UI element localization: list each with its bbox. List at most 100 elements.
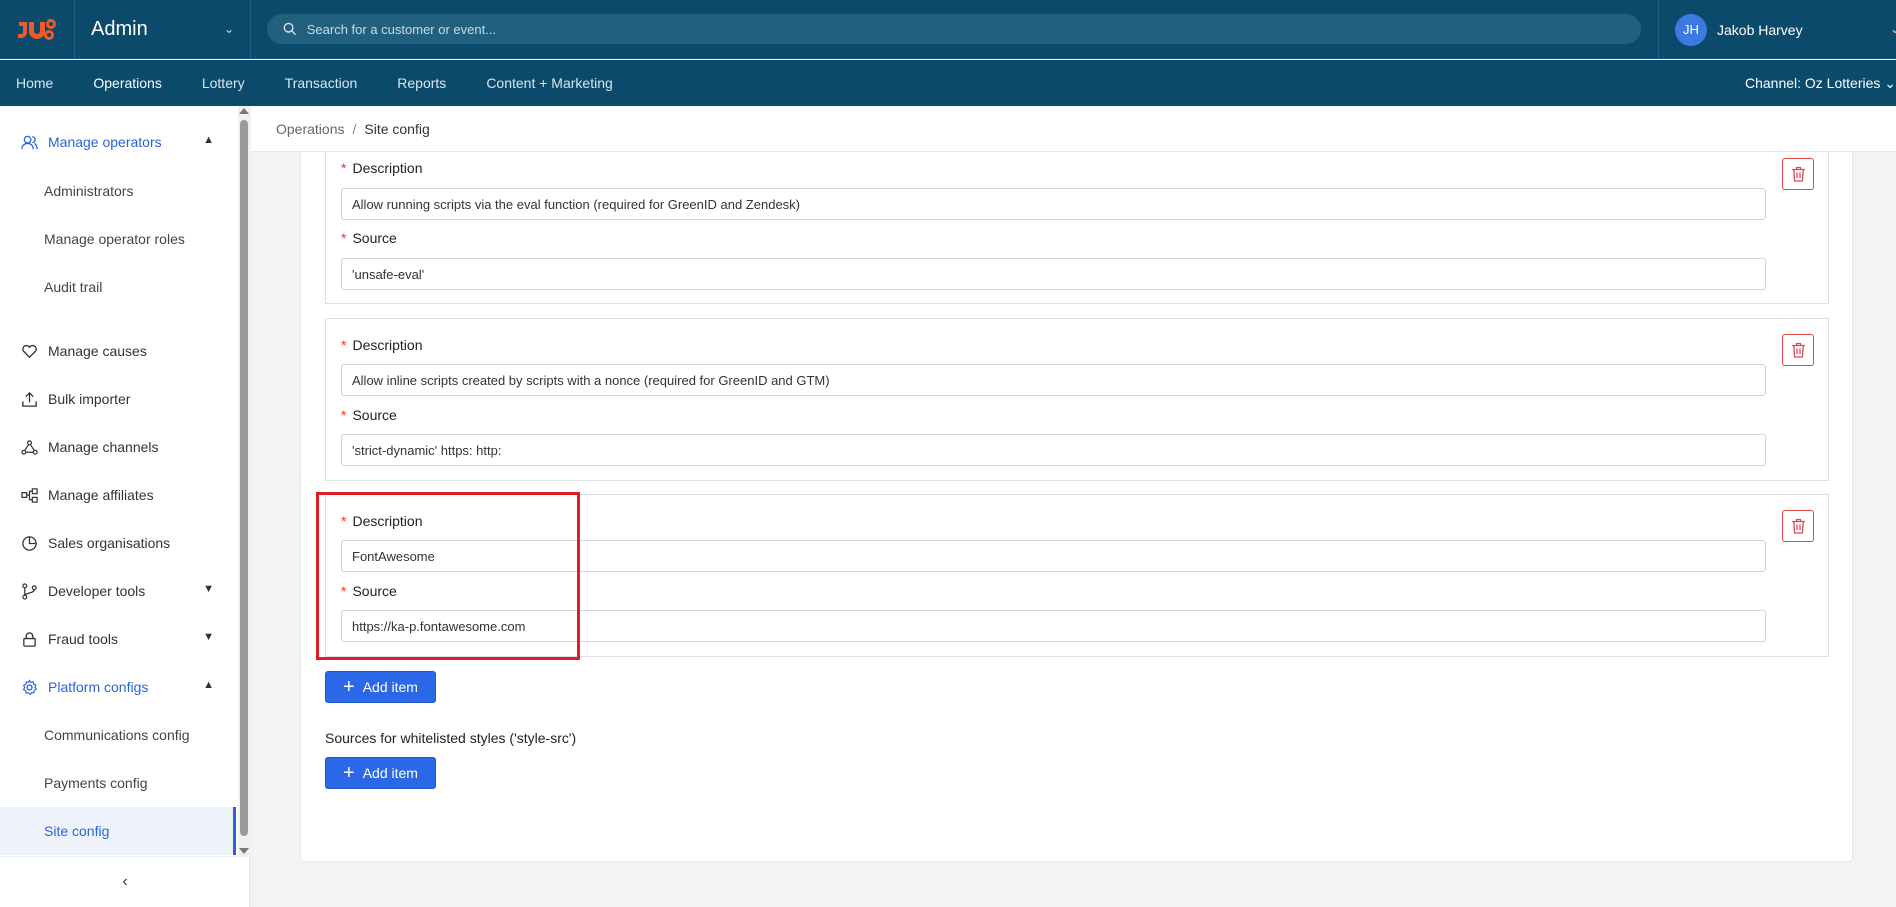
trash-icon xyxy=(1791,518,1805,534)
description-label: * Description xyxy=(341,160,422,176)
scroll-down-icon[interactable] xyxy=(239,848,249,854)
trash-icon xyxy=(1791,342,1805,358)
chevron-up-icon: ▲ xyxy=(203,679,214,691)
sidebar-item-label: Manage operators xyxy=(48,134,162,150)
sidebar-item-audit-trail[interactable]: Audit trail xyxy=(0,267,236,307)
user-name: Jakob Harvey xyxy=(1717,21,1803,38)
app-title: Admin xyxy=(91,17,148,40)
description-input[interactable] xyxy=(341,188,1766,220)
chevron-left-icon: ‹ xyxy=(122,873,128,890)
source-label: * Source xyxy=(341,230,397,246)
search-bar[interactable] xyxy=(267,14,1641,44)
sidebar-scrollbar[interactable] xyxy=(238,106,250,856)
plus-icon: + xyxy=(343,676,355,698)
network-icon xyxy=(20,438,38,456)
add-item-label: Add item xyxy=(362,679,418,695)
logo[interactable] xyxy=(0,0,75,59)
users-icon xyxy=(20,133,38,151)
chevron-down-icon: ▼ xyxy=(203,583,214,595)
chevron-down-icon: ⌄ xyxy=(1889,22,1896,36)
sidebar-item-label: Bulk importer xyxy=(48,391,131,407)
sidebar-item-fraud-tools[interactable]: Fraud tools ▼ xyxy=(0,619,236,659)
sidebar-item-manage-channels[interactable]: Manage channels xyxy=(0,427,236,467)
sidebar-item-communications-config[interactable]: Communications config xyxy=(0,715,236,755)
field-label-text: Source xyxy=(352,407,397,423)
sidebar-item-bulk-importer[interactable]: Bulk importer xyxy=(0,379,236,419)
required-marker: * xyxy=(341,583,347,599)
sidebar-item-manage-operator-roles[interactable]: Manage operator roles xyxy=(0,219,236,259)
sidebar-menu: Manage operators ▲ Administrators Manage… xyxy=(0,106,238,856)
source-label: * Source xyxy=(341,583,397,599)
source-input[interactable] xyxy=(341,258,1766,290)
sidebar-item-label: Sales organisations xyxy=(48,535,171,551)
script-src-item-2: * Description * Source xyxy=(325,318,1829,481)
sidebar-item-label: Developer tools xyxy=(48,583,146,599)
field-label-text: Description xyxy=(352,337,423,353)
add-item-label: Add item xyxy=(362,765,418,781)
breadcrumb: Operations / Site config xyxy=(251,106,1896,152)
nav-content-marketing[interactable]: Content + Marketing xyxy=(486,75,612,91)
description-input[interactable] xyxy=(341,540,1766,572)
scroll-thumb[interactable] xyxy=(240,120,248,836)
upload-icon xyxy=(20,390,38,408)
channel-selector[interactable]: Channel: Oz Lotteries ⌄ xyxy=(1745,75,1896,92)
description-input[interactable] xyxy=(341,364,1766,396)
field-label-text: Source xyxy=(352,230,397,246)
chevron-down-icon: ▼ xyxy=(203,631,214,643)
style-src-section-label: Sources for whitelisted styles ('style-s… xyxy=(325,730,577,746)
sidebar-item-sales-organisations[interactable]: Sales organisations xyxy=(0,523,236,563)
source-input[interactable] xyxy=(341,610,1766,642)
user-menu[interactable]: JH Jakob Harvey ⌄ xyxy=(1658,0,1896,59)
scroll-up-icon[interactable] xyxy=(239,108,249,114)
sidebar-item-manage-operators[interactable]: Manage operators ▲ xyxy=(0,122,236,162)
add-style-item-button[interactable]: + Add item xyxy=(325,757,436,789)
collapse-sidebar-button[interactable]: ‹ xyxy=(0,856,250,907)
field-label-text: Source xyxy=(352,583,397,599)
sidebar-item-manage-causes[interactable]: Manage causes xyxy=(0,331,236,371)
required-marker: * xyxy=(341,513,347,529)
gear-icon xyxy=(20,678,38,696)
add-script-item-button[interactable]: + Add item xyxy=(325,671,436,703)
sidebar-item-site-config[interactable]: Site config xyxy=(0,807,236,855)
sidebar-item-label: Manage causes xyxy=(48,343,147,359)
top-bar: Admin ⌄ JH Jakob Harvey ⌄ xyxy=(0,0,1896,59)
field-label-text: Description xyxy=(352,160,423,176)
cluster-icon xyxy=(20,486,38,504)
delete-item-button[interactable] xyxy=(1782,510,1814,542)
channel-label: Channel: Oz Lotteries xyxy=(1744,75,1881,91)
nav-operations[interactable]: Operations xyxy=(93,75,161,91)
delete-item-button[interactable] xyxy=(1782,158,1814,190)
sidebar-item-developer-tools[interactable]: Developer tools ▼ xyxy=(0,571,236,611)
nav-lottery[interactable]: Lottery xyxy=(202,75,245,91)
chevron-up-icon: ▲ xyxy=(203,134,214,146)
sidebar-item-administrators[interactable]: Administrators xyxy=(0,171,236,211)
brand-logo-icon xyxy=(16,16,58,42)
lock-icon xyxy=(20,630,38,648)
pie-chart-icon xyxy=(20,534,38,552)
sidebar-item-label: Manage channels xyxy=(48,439,159,455)
nav-transaction[interactable]: Transaction xyxy=(285,75,358,91)
search-input[interactable] xyxy=(306,21,1625,37)
main-nav: Home Operations Lottery Transaction Repo… xyxy=(0,60,1896,106)
script-src-item-3: * Description * Source xyxy=(325,494,1829,657)
source-input[interactable] xyxy=(341,434,1766,466)
trash-icon xyxy=(1791,166,1805,182)
required-marker: * xyxy=(341,160,347,176)
sidebar-item-label: Platform configs xyxy=(48,679,149,695)
app-switcher[interactable]: Admin ⌄ xyxy=(75,0,251,59)
sidebar-item-manage-affiliates[interactable]: Manage affiliates xyxy=(0,475,236,515)
chevron-down-icon: ⌄ xyxy=(1884,75,1896,91)
sidebar-item-label: Manage affiliates xyxy=(48,487,154,503)
sidebar: Manage operators ▲ Administrators Manage… xyxy=(0,106,250,907)
script-src-item-1: * Description * Source xyxy=(325,152,1829,304)
sidebar-item-platform-configs[interactable]: Platform configs ▲ xyxy=(0,667,236,707)
delete-item-button[interactable] xyxy=(1782,334,1814,366)
description-label: * Description xyxy=(341,337,422,353)
nav-home[interactable]: Home xyxy=(16,75,53,91)
required-marker: * xyxy=(341,407,347,423)
nav-reports[interactable]: Reports xyxy=(397,75,446,91)
breadcrumb-current: Site config xyxy=(364,120,430,137)
sidebar-item-payments-config[interactable]: Payments config xyxy=(0,763,236,803)
required-marker: * xyxy=(341,337,347,353)
breadcrumb-operations[interactable]: Operations xyxy=(276,121,344,137)
